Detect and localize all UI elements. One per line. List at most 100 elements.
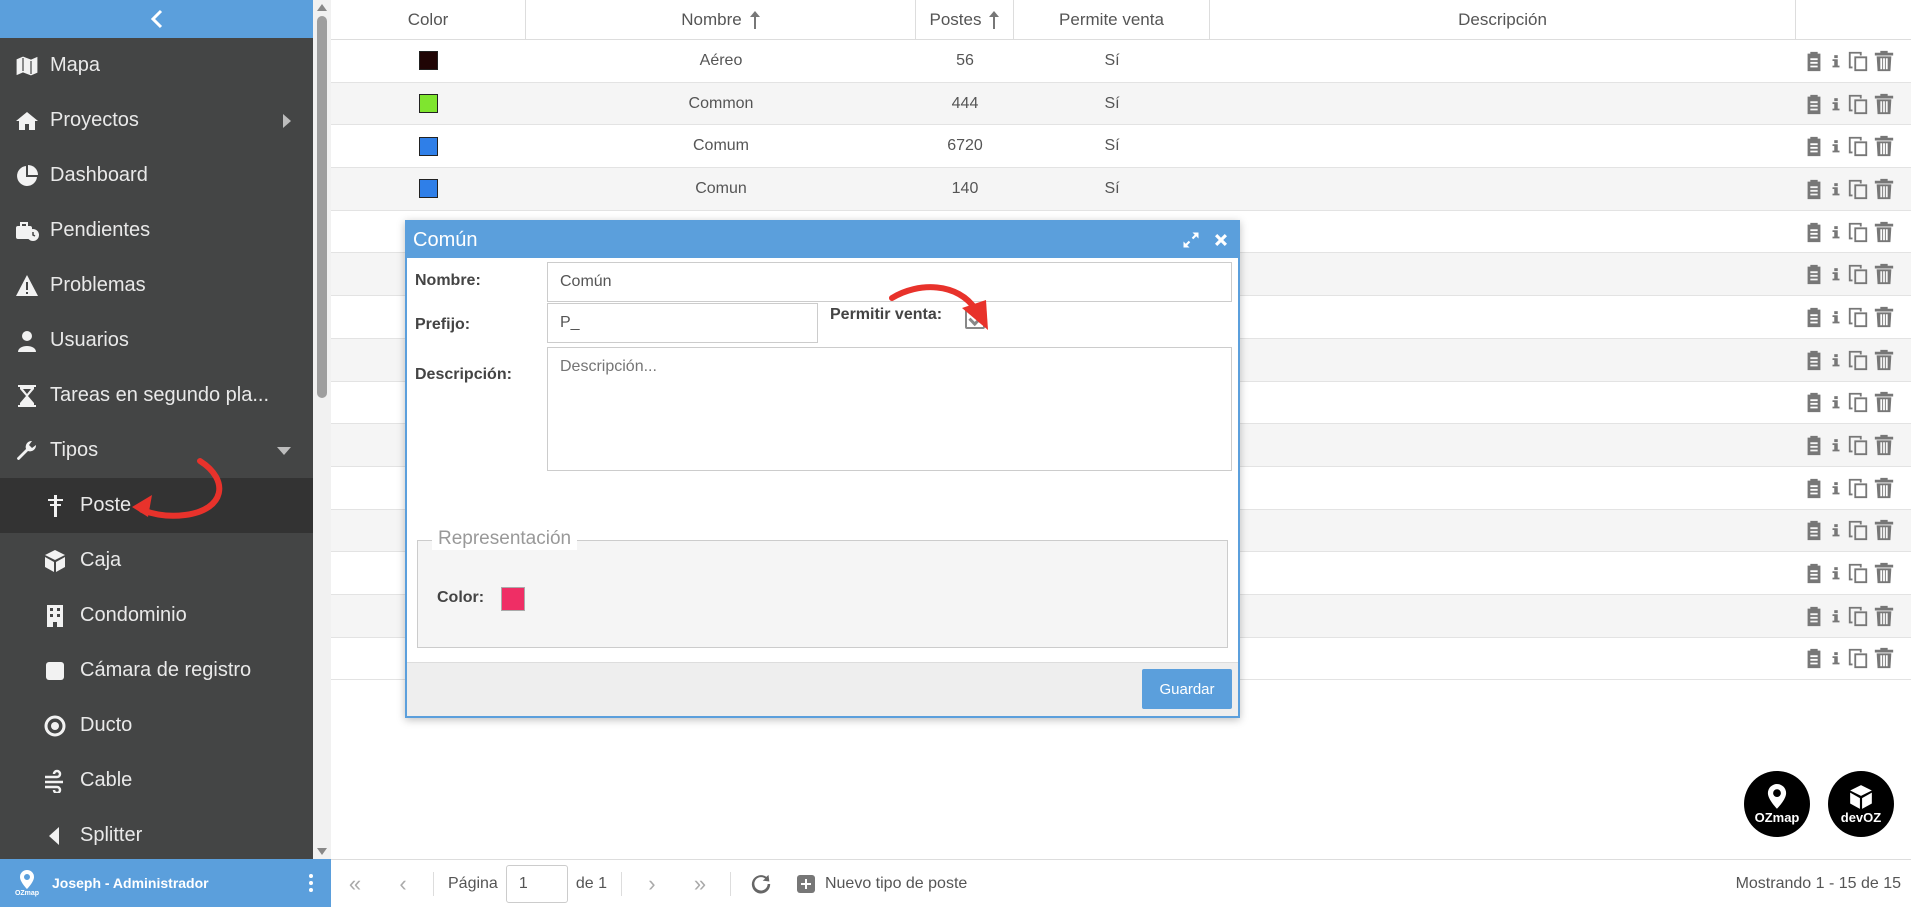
copy-icon[interactable] (1847, 50, 1869, 72)
copy-icon[interactable] (1847, 605, 1869, 627)
copy-icon[interactable] (1847, 306, 1869, 328)
vertical-scrollbar[interactable] (313, 0, 331, 859)
sidebar-item-proyectos[interactable]: Proyectos (0, 93, 313, 148)
trash-icon[interactable] (1873, 647, 1895, 669)
column-header-nombre[interactable]: Nombre (526, 0, 916, 39)
info-icon[interactable] (1829, 178, 1843, 200)
info-icon[interactable] (1829, 135, 1843, 157)
copy-icon[interactable] (1847, 519, 1869, 541)
trash-icon[interactable] (1873, 178, 1895, 200)
dialog-header[interactable]: Común (407, 222, 1238, 258)
copy-icon[interactable] (1847, 135, 1869, 157)
copy-icon[interactable] (1847, 647, 1869, 669)
user-menu-button[interactable] (309, 874, 313, 892)
info-icon[interactable] (1829, 221, 1843, 243)
sidebar-item-tipos[interactable]: Tipos (0, 423, 313, 478)
trash-icon[interactable] (1873, 221, 1895, 243)
trash-icon[interactable] (1873, 263, 1895, 285)
clipboard-icon[interactable] (1803, 135, 1825, 157)
column-header-venta[interactable]: Permite venta (1014, 0, 1210, 39)
clipboard-icon[interactable] (1803, 93, 1825, 115)
clipboard-icon[interactable] (1803, 391, 1825, 413)
copy-icon[interactable] (1847, 434, 1869, 456)
clipboard-icon[interactable] (1803, 178, 1825, 200)
clipboard-icon[interactable] (1803, 647, 1825, 669)
copy-icon[interactable] (1847, 263, 1869, 285)
trash-icon[interactable] (1873, 93, 1895, 115)
close-icon[interactable] (1212, 231, 1230, 249)
clipboard-icon[interactable] (1803, 306, 1825, 328)
sidebar-item-splitter[interactable]: Splitter (0, 808, 313, 863)
sidebar-item-poste[interactable]: Poste (0, 478, 313, 533)
clipboard-icon[interactable] (1803, 349, 1825, 371)
sidebar-item-caja[interactable]: Caja (0, 533, 313, 588)
sidebar-item-tareas[interactable]: Tareas en segundo pla... (0, 368, 313, 423)
trash-icon[interactable] (1873, 135, 1895, 157)
nombre-input[interactable] (547, 262, 1232, 302)
collapse-sidebar-button[interactable] (0, 0, 313, 38)
trash-icon[interactable] (1873, 519, 1895, 541)
clipboard-icon[interactable] (1803, 50, 1825, 72)
info-icon[interactable] (1829, 562, 1843, 584)
sidebar-item-ducto[interactable]: Ducto (0, 698, 313, 753)
next-page-button[interactable]: › (628, 871, 676, 897)
clipboard-icon[interactable] (1803, 605, 1825, 627)
prefijo-input[interactable] (547, 303, 818, 343)
info-icon[interactable] (1829, 605, 1843, 627)
table-row[interactable]: Comun 140 Sí (331, 168, 1911, 211)
info-icon[interactable] (1829, 477, 1843, 499)
trash-icon[interactable] (1873, 562, 1895, 584)
copy-icon[interactable] (1847, 178, 1869, 200)
info-icon[interactable] (1829, 50, 1843, 72)
table-row[interactable]: Comum 6720 Sí (331, 125, 1911, 169)
clipboard-icon[interactable] (1803, 221, 1825, 243)
new-pole-type-button[interactable]: Nuevo tipo de poste (796, 874, 967, 893)
permitir-venta-checkbox[interactable] (965, 309, 985, 329)
info-icon[interactable] (1829, 306, 1843, 328)
last-page-button[interactable]: » (676, 871, 724, 897)
save-button[interactable]: Guardar (1142, 669, 1232, 709)
trash-icon[interactable] (1873, 50, 1895, 72)
trash-icon[interactable] (1873, 477, 1895, 499)
info-icon[interactable] (1829, 434, 1843, 456)
expand-icon[interactable] (1182, 231, 1200, 249)
sidebar-item-dashboard[interactable]: Dashboard (0, 148, 313, 203)
info-icon[interactable] (1829, 93, 1843, 115)
first-page-button[interactable]: « (331, 871, 379, 897)
descripcion-textarea[interactable] (547, 347, 1232, 471)
copy-icon[interactable] (1847, 391, 1869, 413)
clipboard-icon[interactable] (1803, 519, 1825, 541)
column-header-color[interactable]: Color (331, 0, 526, 39)
copy-icon[interactable] (1847, 221, 1869, 243)
column-header-descripcion[interactable]: Descripción (1210, 0, 1796, 39)
sidebar-item-camara[interactable]: Cámara de registro (0, 643, 313, 698)
clipboard-icon[interactable] (1803, 477, 1825, 499)
copy-icon[interactable] (1847, 93, 1869, 115)
scroll-down-icon[interactable] (317, 848, 327, 855)
clipboard-icon[interactable] (1803, 434, 1825, 456)
copy-icon[interactable] (1847, 349, 1869, 371)
sidebar-item-condominio[interactable]: Condominio (0, 588, 313, 643)
page-number-input[interactable] (505, 864, 568, 903)
sidebar-item-mapa[interactable]: Mapa (0, 38, 313, 93)
sidebar-item-cable[interactable]: Cable (0, 753, 313, 808)
trash-icon[interactable] (1873, 605, 1895, 627)
table-row[interactable]: Common 444 Sí (331, 82, 1911, 126)
color-picker[interactable] (501, 587, 525, 611)
copy-icon[interactable] (1847, 562, 1869, 584)
trash-icon[interactable] (1873, 391, 1895, 413)
prev-page-button[interactable]: ‹ (379, 871, 427, 897)
info-icon[interactable] (1829, 647, 1843, 669)
trash-icon[interactable] (1873, 434, 1895, 456)
table-row[interactable]: Aéreo 56 Sí (331, 40, 1911, 83)
sidebar-item-usuarios[interactable]: Usuarios (0, 313, 313, 368)
trash-icon[interactable] (1873, 306, 1895, 328)
scroll-up-icon[interactable] (317, 4, 327, 11)
clipboard-icon[interactable] (1803, 562, 1825, 584)
info-icon[interactable] (1829, 519, 1843, 541)
sidebar-item-problemas[interactable]: Problemas (0, 258, 313, 313)
copy-icon[interactable] (1847, 477, 1869, 499)
info-icon[interactable] (1829, 263, 1843, 285)
column-header-postes[interactable]: Postes (916, 0, 1014, 39)
refresh-button[interactable] (737, 874, 785, 894)
